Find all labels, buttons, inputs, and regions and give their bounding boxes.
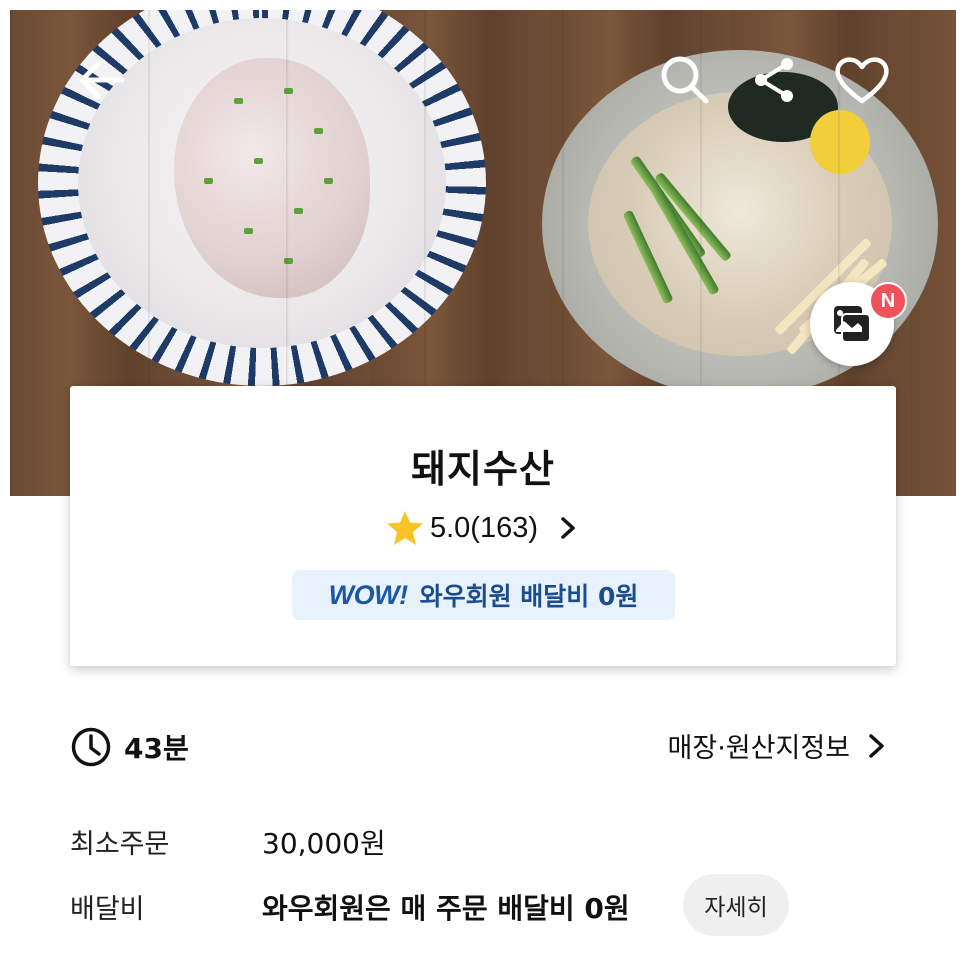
delivery-fee-label: 배달비 [70,894,145,925]
back-arrow-icon[interactable] [70,50,130,110]
star-icon [386,511,423,545]
wow-benefit-text: 와우회원 배달비 0원 [419,582,639,611]
chevron-right-icon [869,733,884,758]
min-order-label: 최소주문 [70,829,170,860]
gallery-icon [834,306,871,343]
store-origin-info-link[interactable]: 매장·원산지정보 [668,726,888,765]
rating-value: 5.0(163) [429,511,538,544]
store-name: 돼지수산 [411,447,555,491]
delivery-eta: 43분 [70,726,189,768]
clock-icon [71,727,111,767]
delivery-fee-details-button[interactable]: 자세히 [683,874,789,936]
chevron-right-icon [561,517,575,539]
new-photo-badge: N [869,282,907,320]
search-icon[interactable] [655,50,715,110]
min-order-value: 30,000원 [262,827,386,860]
delivery-fee-value: 와우회원은 매 주문 배달비 0원 [262,892,630,925]
wow-logo: WOW! [328,579,408,610]
rating-link[interactable]: 5.0(163) [70,510,896,546]
origin-info-label: 매장·원산지정보 [667,733,850,764]
share-icon[interactable] [744,50,804,110]
store-info-card: 돼지수산 5.0(163) WOW! 와우회원 배달비 0원 [70,386,896,666]
wow-membership-banner: WOW! 와우회원 배달비 0원 [292,570,675,620]
eta-text: 43분 [124,732,189,765]
heart-icon[interactable] [832,50,892,110]
